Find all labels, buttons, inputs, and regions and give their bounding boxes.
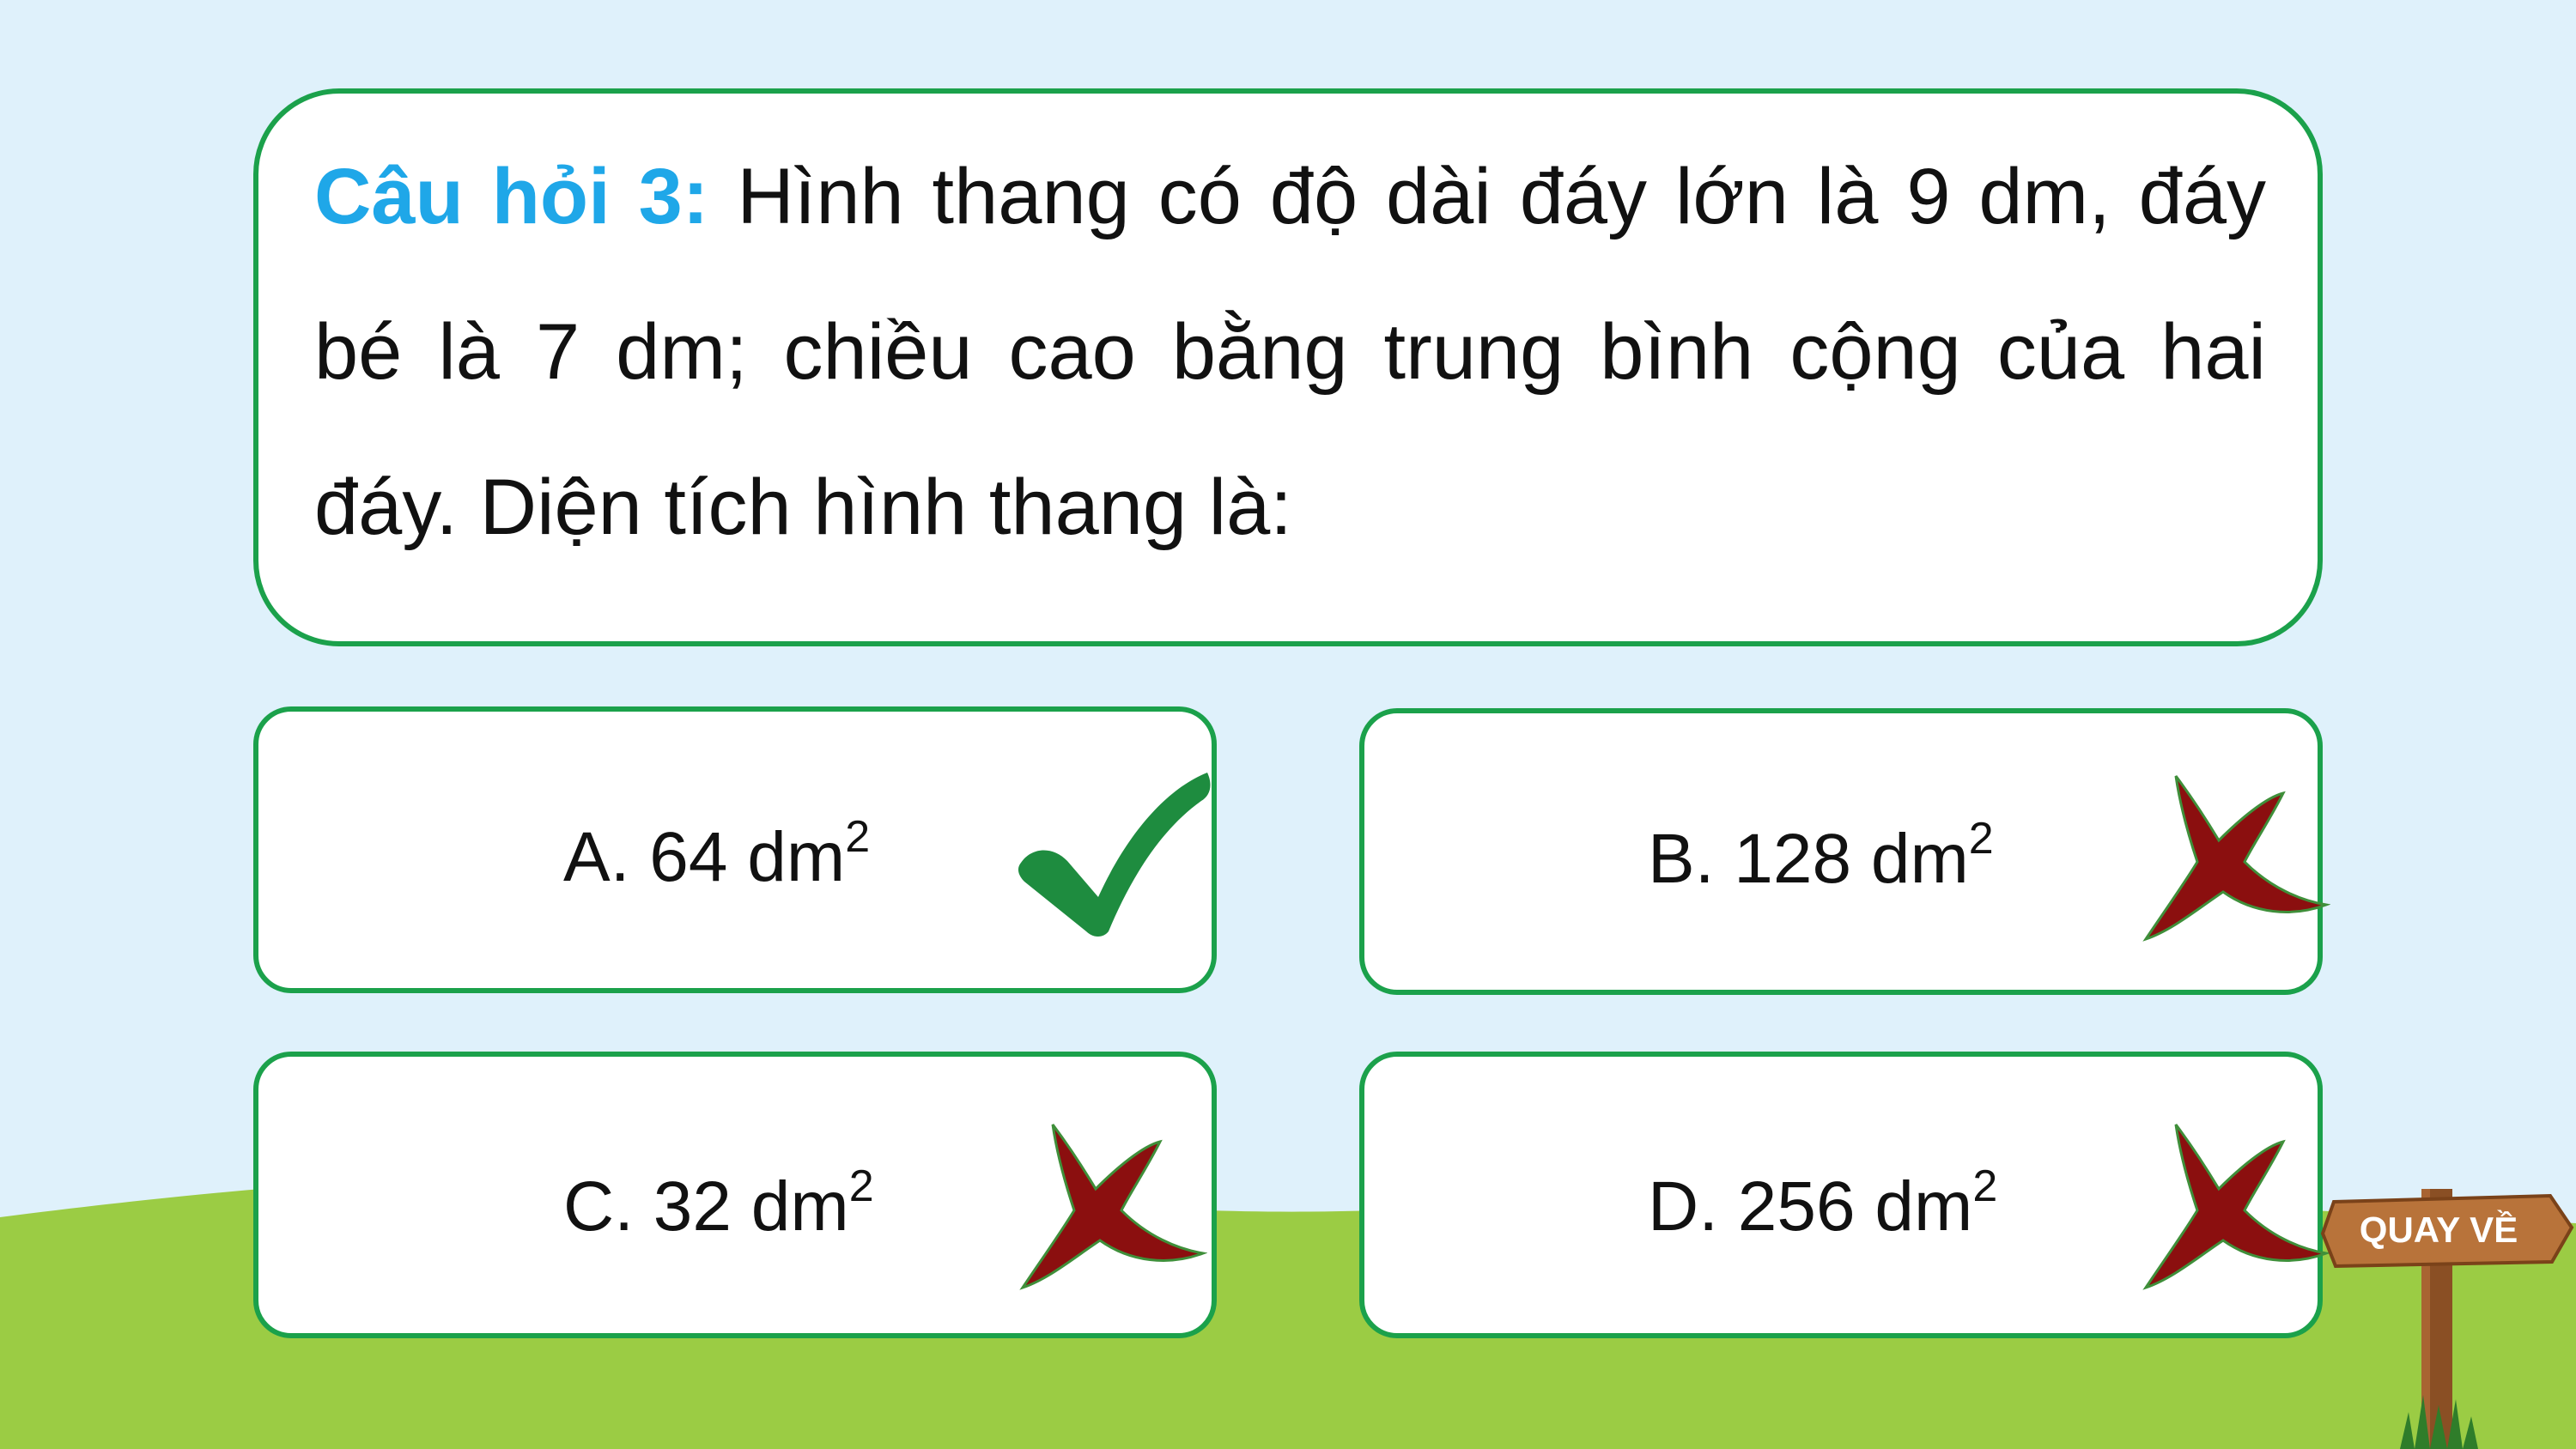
answer-d-letter: D. <box>1648 1167 1718 1246</box>
answer-d-power: 2 <box>1972 1161 1998 1211</box>
question-label: Câu hỏi 3: <box>314 153 709 240</box>
answer-c-card[interactable]: C. 32 dm2 <box>253 1052 1217 1338</box>
answer-d-value: 256 dm <box>1737 1167 1973 1246</box>
answer-c-value: 32 dm <box>653 1167 849 1246</box>
answer-c-power: 2 <box>848 1161 874 1211</box>
answer-b-label: B. 128 dm2 <box>1648 816 1994 894</box>
answer-a-label: A. 64 dm2 <box>563 815 870 893</box>
back-sign-label: QUAY VỀ <box>2360 1210 2518 1250</box>
answer-d-card[interactable]: D. 256 dm2 <box>1359 1052 2330 1338</box>
answer-b-card[interactable]: B. 128 dm2 <box>1359 708 2330 995</box>
answer-a-value: 64 dm <box>649 818 846 896</box>
answer-b-letter: B. <box>1648 820 1715 898</box>
answer-a-letter: A. <box>563 818 630 896</box>
answer-b-power: 2 <box>1968 814 1994 864</box>
cross-icon <box>2142 775 2330 942</box>
answer-a-card[interactable]: A. 64 dm2 <box>253 706 1217 993</box>
check-icon <box>1018 773 1211 937</box>
answer-d-label: D. 256 dm2 <box>1648 1164 1997 1242</box>
question-text-block: Câu hỏi 3: Hình thang có độ dài đáy lớn … <box>314 119 2266 585</box>
cross-icon <box>2142 1124 2330 1290</box>
answer-c-label: C. 32 dm2 <box>563 1164 874 1242</box>
cross-icon <box>1019 1124 1207 1290</box>
answer-b-value: 128 dm <box>1734 820 1969 898</box>
back-sign-button[interactable]: QUAY VỀ <box>2318 1180 2576 1449</box>
question-card: Câu hỏi 3: Hình thang có độ dài đáy lớn … <box>253 88 2323 646</box>
answer-c-letter: C. <box>563 1167 634 1246</box>
answer-a-power: 2 <box>845 812 871 862</box>
